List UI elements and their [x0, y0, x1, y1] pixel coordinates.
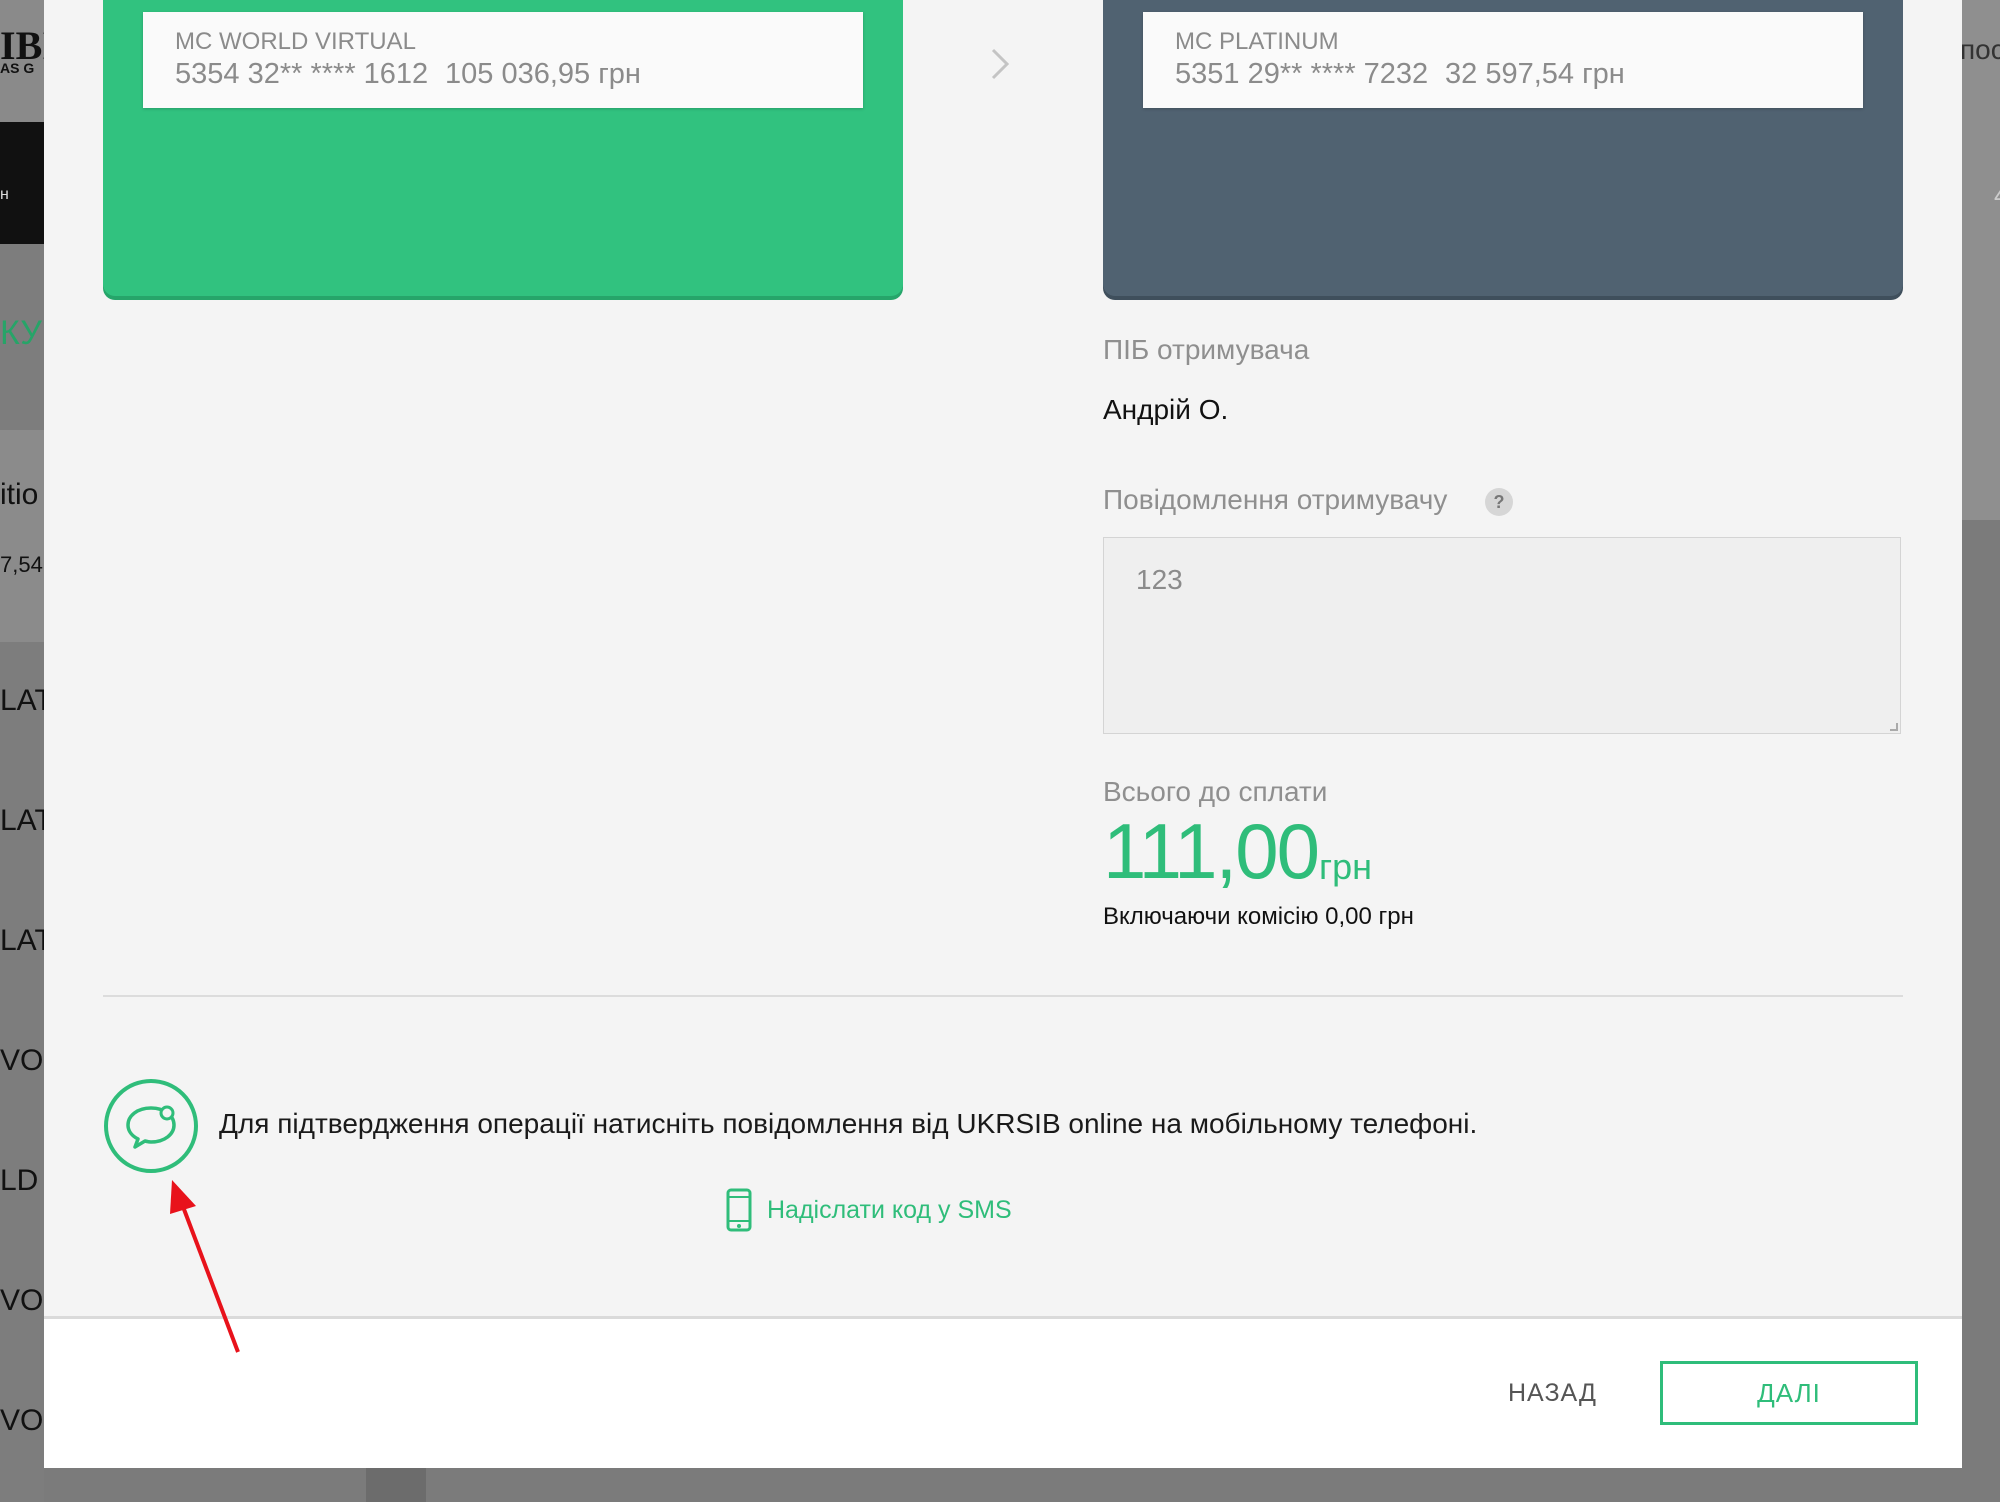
recipient-name: Андрій О. — [1103, 394, 1229, 425]
background-scroll-block — [366, 1468, 426, 1502]
background-menu-fragment: н — [0, 186, 9, 203]
background-logo-subtext: AS G — [0, 60, 35, 76]
from-card: MC WORLD VIRTUAL 5354 32** **** 1612 105… — [103, 0, 903, 296]
total-amount: 111,00 — [1103, 807, 1320, 895]
annotation-arrow-icon — [170, 1180, 240, 1353]
back-button[interactable]: НАЗАД — [1508, 1379, 1597, 1408]
message-textarea[interactable]: 123 — [1103, 537, 1901, 734]
confirmation-text: Для підтвердження операції натисніть пов… — [219, 1108, 1478, 1139]
total-currency: грн — [1319, 846, 1373, 887]
to-card-info: MC PLATINUM 5351 29** **** 7232 32 597,5… — [1143, 12, 1863, 108]
from-card-name: MC WORLD VIRTUAL — [175, 28, 416, 55]
to-card-number: 5351 29** **** 7232 — [1175, 58, 1429, 90]
background-side-item: itio — [0, 478, 39, 511]
message-value: 123 — [1136, 564, 1183, 595]
mobile-phone-icon — [726, 1188, 752, 1232]
chat-bubble-icon — [104, 1079, 198, 1173]
from-card-number: 5354 32** **** 1612 — [175, 58, 429, 90]
background-right-badge: 4 — [1994, 180, 2000, 211]
to-card-balance: 32 597,54 грн — [1445, 58, 1625, 90]
send-sms-code-label: Надіслати код у SMS — [767, 1195, 1012, 1224]
from-card-balance: 105 036,95 грн — [445, 58, 641, 90]
background-right-fragment: пос — [1960, 34, 2000, 65]
to-card-name: MC PLATINUM — [1175, 28, 1339, 55]
background-right-panel — [1962, 0, 2000, 520]
chevron-right-icon — [991, 48, 1010, 80]
background-sidebar-highlight — [0, 430, 44, 642]
total-label: Всього до сплати — [1103, 776, 1328, 807]
resize-grip-icon[interactable] — [1890, 723, 1898, 731]
background-side-item: 7,54 — [0, 552, 43, 577]
to-card: MC PLATINUM 5351 29** **** 7232 32 597,5… — [1103, 0, 1903, 296]
help-icon[interactable]: ? — [1485, 488, 1513, 516]
message-label: Повідомлення отримувачу — [1103, 484, 1448, 515]
commission-text: Включаючи комісію 0,00 грн — [1103, 903, 1414, 930]
modal-footer: НАЗАД ДАЛІ — [44, 1316, 1962, 1468]
send-sms-code-link[interactable]: Надіслати код у SMS — [725, 1188, 1012, 1232]
recipient-label: ПІБ отримувача — [1103, 334, 1310, 365]
next-button[interactable]: ДАЛІ — [1660, 1361, 1918, 1425]
section-divider — [103, 995, 1903, 997]
from-card-info: MC WORLD VIRTUAL 5354 32** **** 1612 105… — [143, 12, 863, 108]
transfer-confirmation-modal: MC WORLD VIRTUAL 5354 32** **** 1612 105… — [44, 0, 1962, 1468]
